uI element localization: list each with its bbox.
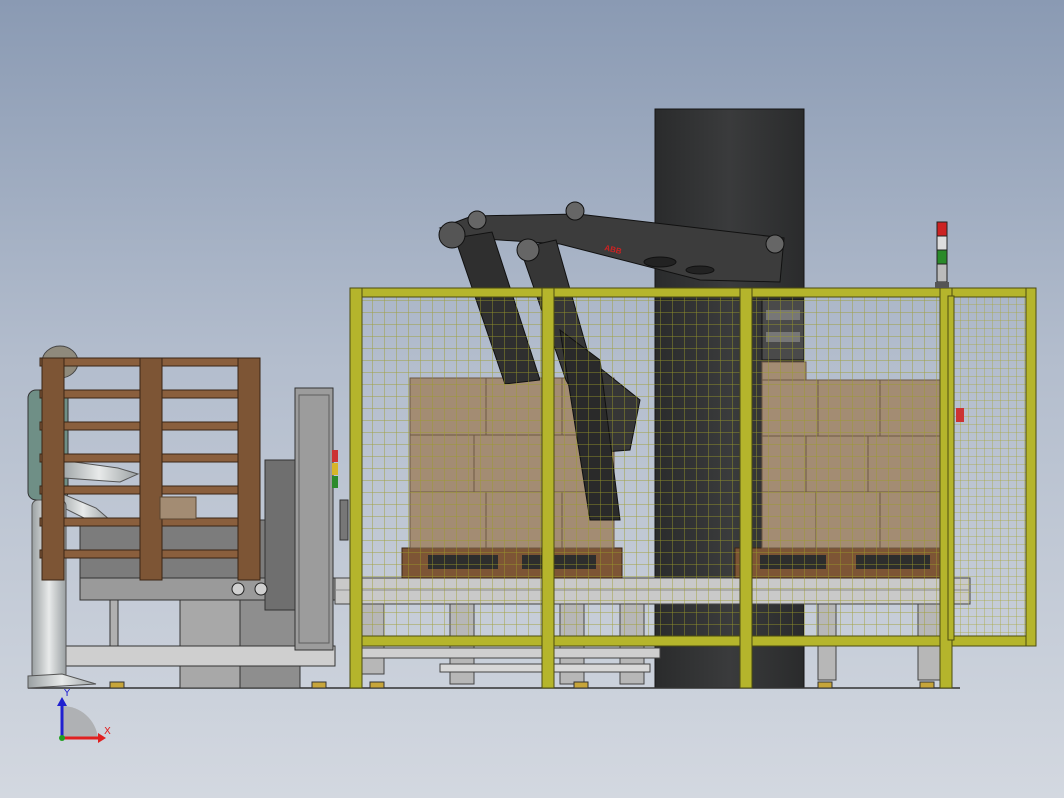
- selector-knob-icon: [254, 582, 268, 596]
- emergency-stop-icon[interactable]: [956, 408, 964, 422]
- coordinate-triad-icon: X Y: [57, 688, 111, 743]
- y-axis-label: Y: [63, 688, 71, 699]
- selector-knob-icon: [231, 582, 245, 596]
- safety-fence: [349, 287, 1037, 689]
- x-axis-label: X: [104, 726, 111, 737]
- stack-light-icon: [935, 221, 949, 288]
- palletizer-cell-drawing: ABB X Y: [27, 108, 1037, 743]
- pallet-dispenser: [54, 387, 349, 689]
- cad-viewport[interactable]: ABB X Y: [0, 0, 1064, 798]
